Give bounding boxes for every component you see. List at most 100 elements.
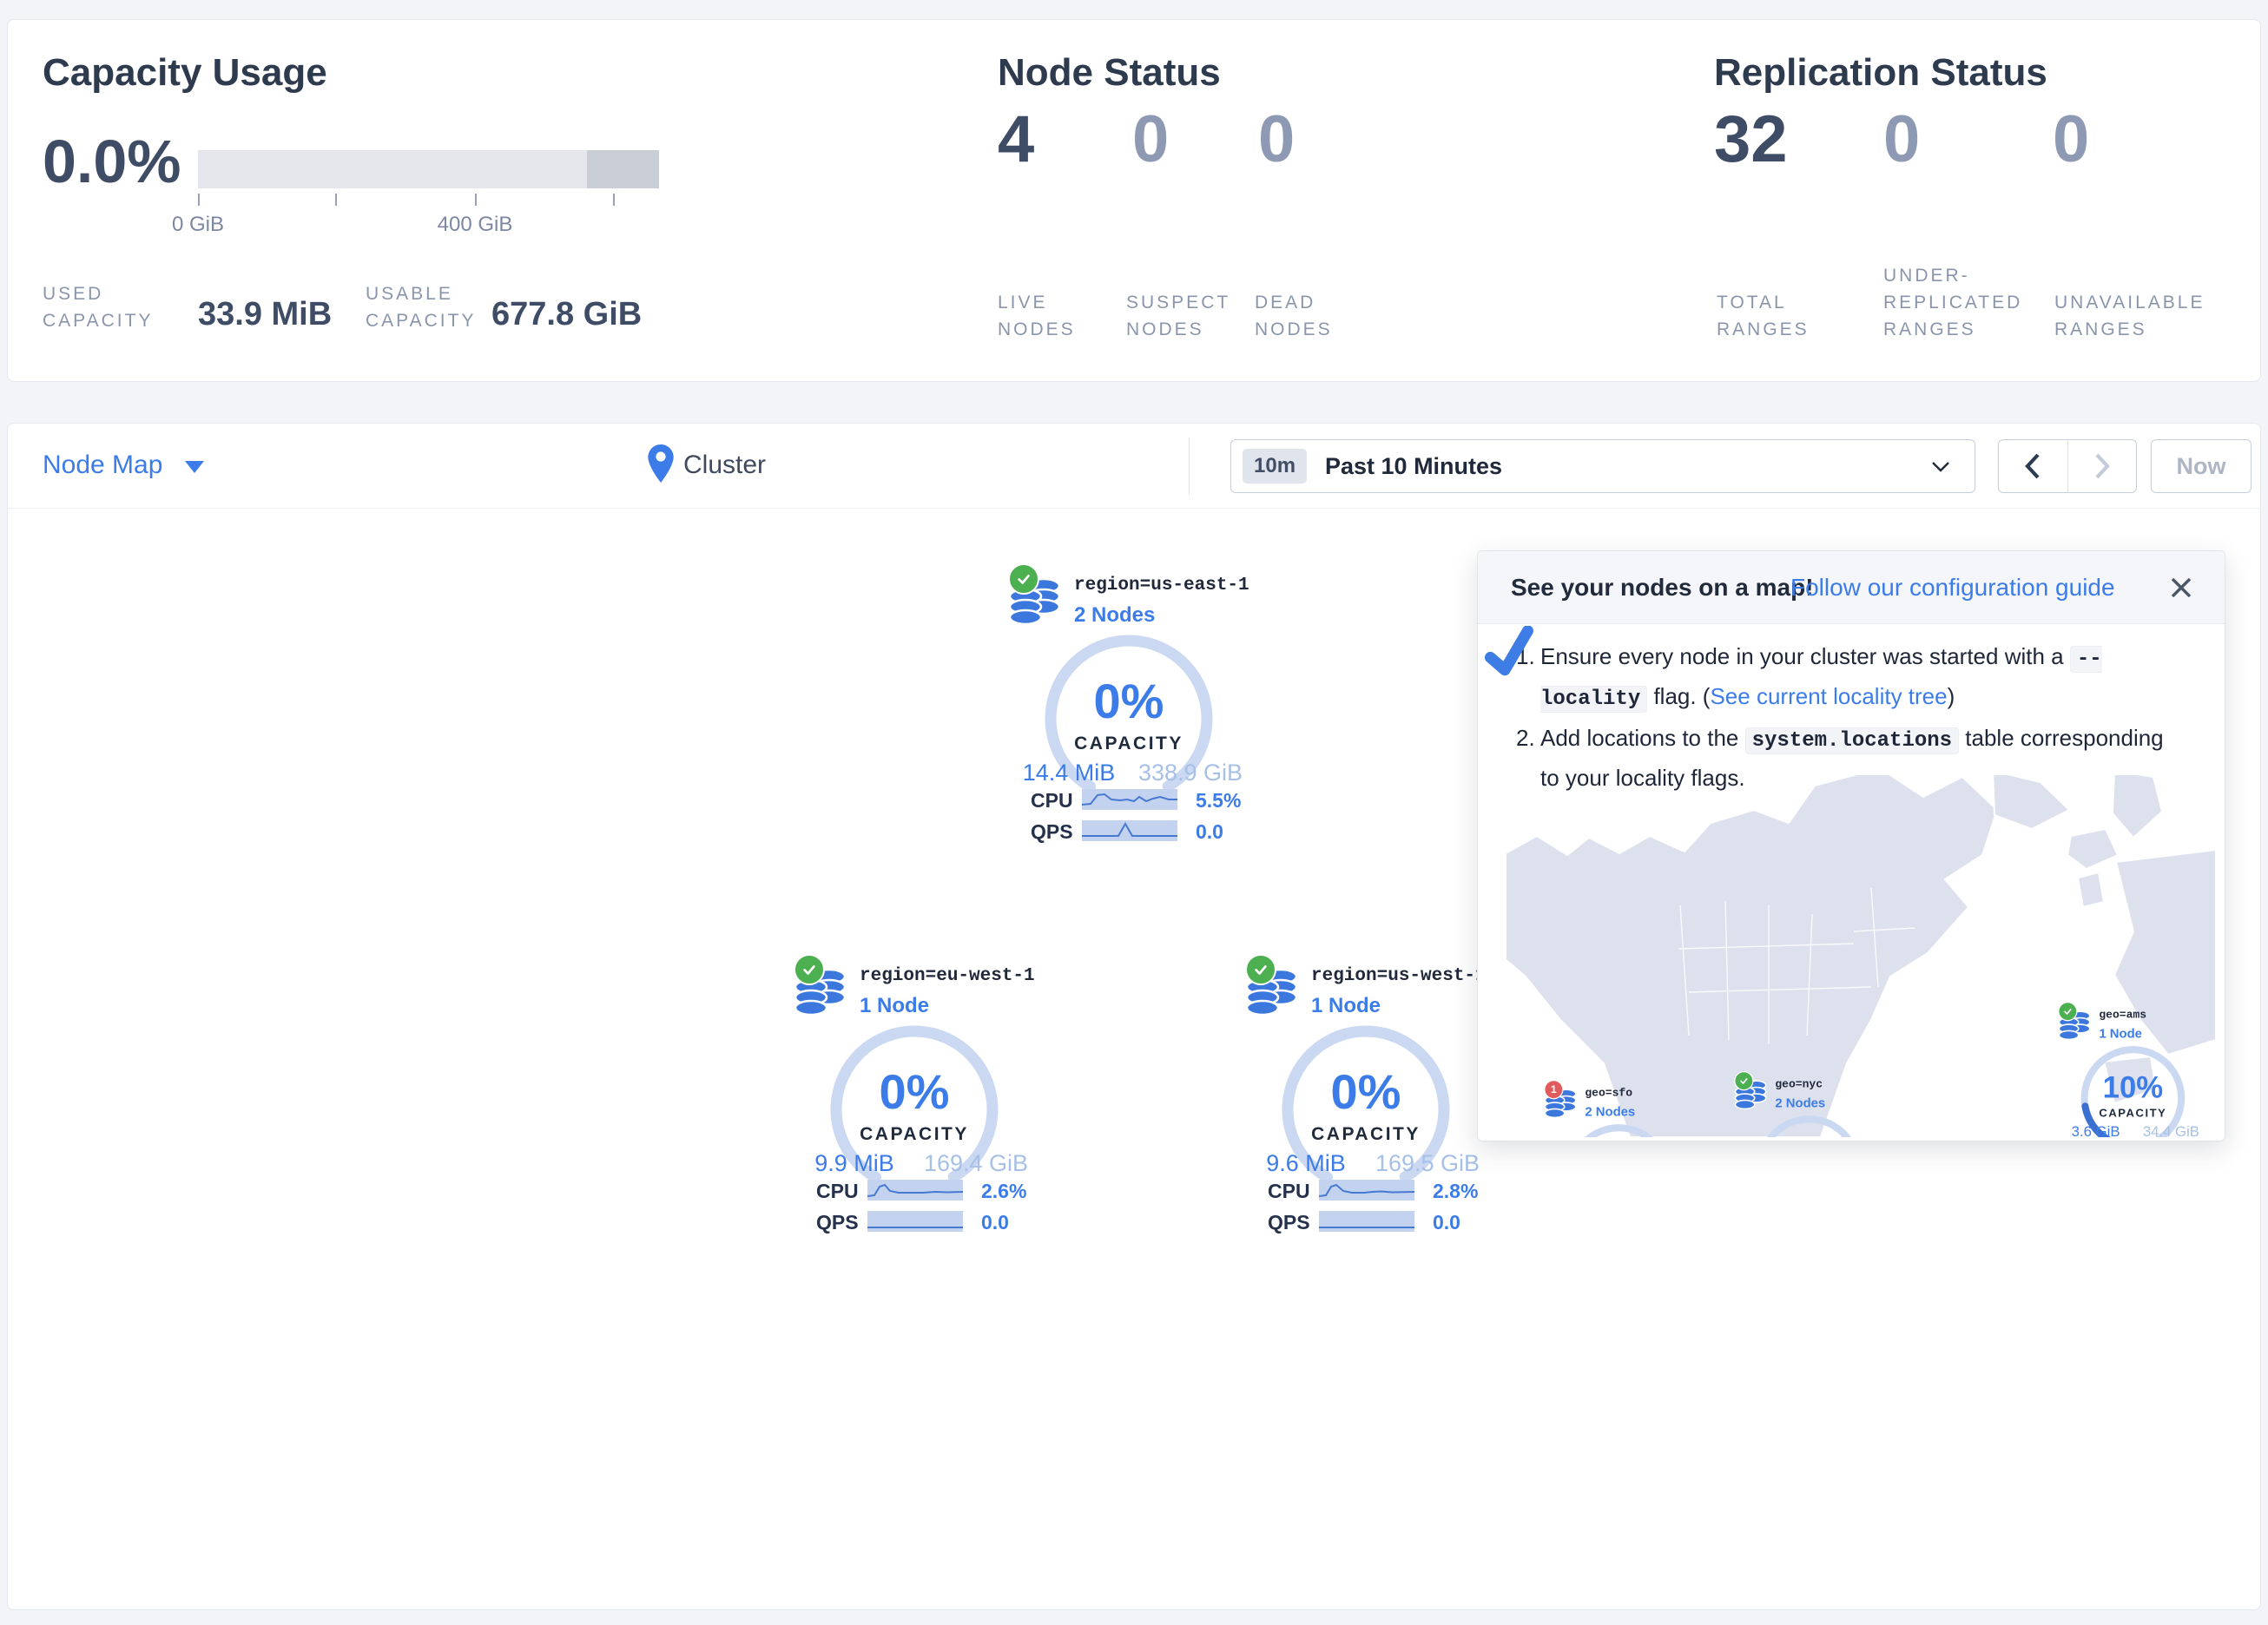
healthy-check-icon <box>794 954 825 985</box>
location-pin-icon <box>648 444 674 483</box>
view-selector-dropdown[interactable]: Node Map <box>43 451 204 480</box>
cpu-value: 5.5% <box>1196 789 1241 812</box>
configuration-guide-link[interactable]: Follow our configuration guide <box>1790 574 2115 602</box>
now-button[interactable]: Now <box>2151 439 2252 493</box>
qps-label: QPS <box>816 1211 859 1234</box>
capacity-percent: 0% <box>785 1063 1044 1120</box>
qps-label: QPS <box>1031 820 1073 844</box>
capacity-axis-tick <box>475 194 477 206</box>
cpu-sparkline <box>867 1180 963 1201</box>
node-count-label: 1 Node <box>2099 1027 2142 1042</box>
time-step-arrows <box>1998 439 2137 493</box>
capacity-axis-tick <box>198 194 200 206</box>
locality-tree-link[interactable]: See current locality tree <box>1710 683 1947 709</box>
cluster-summary-panel: Capacity Usage 0.0% 0 GiB 400 GiB USED C… <box>7 19 2261 382</box>
time-range-badge: 10m <box>1243 449 1307 484</box>
time-range-dropdown[interactable]: 10m Past 10 Minutes <box>1230 439 1975 493</box>
capacity-gauge <box>1565 1122 1672 1137</box>
region-node-count-link[interactable]: 1 Node <box>1311 994 1381 1018</box>
qps-metric-row: QPS 0.0 <box>785 1211 1045 1234</box>
chevron-right-icon <box>2093 452 2111 480</box>
chevron-left-icon <box>2024 452 2041 480</box>
capacity-axis-tick <box>335 194 337 206</box>
mini-region-card-geo-sfo: 1 geo=sfo 2 Nodes <box>1539 1080 1700 1137</box>
cpu-sparkline <box>1319 1180 1414 1201</box>
capacity-usage-percent: 0.0% <box>43 131 181 192</box>
mini-region-card-geo-nyc: geo=nyc 2 Nodes 6% CAPACITY 3.7 GiB 65.7… <box>1729 1071 1890 1137</box>
capacity-usage-bar <box>198 150 659 188</box>
capacity-percent: 10% <box>2053 1069 2213 1104</box>
healthy-check-icon <box>1008 563 1039 595</box>
cpu-metric-row: CPU 2.6% <box>785 1180 1045 1202</box>
capacity-total-value: 169.5 GiB <box>1358 1150 1497 1177</box>
used-capacity-value: 33.9 MiB <box>198 296 332 333</box>
capacity-used-value: 9.9 MiB <box>785 1150 924 1177</box>
capacity-axis-label-0: 0 GiB <box>146 213 250 237</box>
locality-label: geo=nyc <box>1775 1079 1823 1091</box>
popup-instructions: 1. Ensure every node in your cluster was… <box>1516 638 2185 798</box>
total-ranges-count: 32 <box>1714 107 1788 173</box>
region-node-count-link[interactable]: 1 Node <box>860 994 929 1018</box>
healthy-check-icon <box>1734 1071 1753 1090</box>
cpu-metric-row: CPU 2.8% <box>1236 1180 1497 1202</box>
capacity-used-value: 14.4 MiB <box>999 760 1138 786</box>
capacity-axis-label-400: 400 GiB <box>423 213 527 237</box>
capacity-usage-bar-segment <box>587 150 659 188</box>
toolbar-divider <box>1189 438 1190 495</box>
locality-label: geo=ams <box>2099 1010 2146 1022</box>
cluster-overview-page: Capacity Usage 0.0% 0 GiB 400 GiB USED C… <box>0 0 2268 1625</box>
locality-label: geo=sfo <box>1585 1088 1632 1100</box>
qps-value: 0.0 <box>981 1211 1009 1234</box>
unavailable-ranges-count: 0 <box>2053 107 2089 173</box>
capacity-total-value: 338.9 GiB <box>1121 760 1260 786</box>
node-status-title: Node Status <box>998 51 1221 95</box>
live-nodes-label: LIVE NODES <box>998 289 1102 343</box>
popup-header: See your nodes on a map! Follow our conf… <box>1478 551 2225 624</box>
qps-value: 0.0 <box>1433 1211 1460 1234</box>
dead-nodes-label: DEAD NODES <box>1255 289 1359 343</box>
breadcrumb-cluster[interactable]: Cluster <box>683 451 766 480</box>
qps-sparkline <box>867 1211 963 1232</box>
region-card-us-east-1[interactable]: region=us-east-1 2 Nodes 0% CAPACITY 14.… <box>999 563 1260 859</box>
instruction-step-1: 1. Ensure every node in your cluster was… <box>1516 638 2185 718</box>
time-step-forward-button[interactable] <box>2068 440 2137 492</box>
used-capacity-label: USED CAPACITY <box>43 280 181 334</box>
live-nodes-count: 4 <box>998 107 1034 173</box>
step-text: Ensure every node in your cluster was st… <box>1540 638 2185 718</box>
capacity-used-value: 3.6 GiB <box>2053 1123 2139 1137</box>
region-card-eu-west-1[interactable]: region=eu-west-1 1 Node 0% CAPACITY 9.9 … <box>785 954 1045 1249</box>
cpu-value: 2.6% <box>981 1180 1026 1203</box>
cpu-label: CPU <box>1268 1180 1310 1203</box>
cpu-sparkline <box>1082 789 1177 810</box>
caret-down-icon <box>185 461 204 473</box>
capacity-percent: 0% <box>999 673 1258 729</box>
node-map-setup-popup: See your nodes on a map! Follow our conf… <box>1477 550 2225 1141</box>
region-card-us-west-1[interactable]: region=us-west-1 1 Node 0% CAPACITY 9.6 … <box>1236 954 1497 1249</box>
capacity-gauge-label: CAPACITY <box>785 1124 1044 1145</box>
node-map-toolbar: Node Map Cluster 10m Past 10 Minutes <box>8 424 2260 509</box>
region-node-count-link[interactable]: 2 Nodes <box>1074 603 1155 628</box>
capacity-usage-title: Capacity Usage <box>43 51 327 95</box>
qps-sparkline <box>1082 820 1177 841</box>
cpu-label: CPU <box>1031 789 1073 812</box>
qps-metric-row: QPS 0.0 <box>1236 1211 1497 1234</box>
big-check-icon <box>1483 626 1537 680</box>
unavailable-ranges-label: UNAVAILABLE RANGES <box>2054 289 2219 343</box>
node-count-label: 2 Nodes <box>1585 1105 1635 1120</box>
usable-capacity-value: 677.8 GiB <box>491 296 642 333</box>
capacity-gauge-label: CAPACITY <box>1236 1124 1495 1145</box>
capacity-gauge <box>1755 1114 1863 1137</box>
capacity-used-value: 9.6 MiB <box>1236 1150 1375 1177</box>
usable-capacity-label: USABLE CAPACITY <box>366 280 504 334</box>
close-icon[interactable] <box>2167 574 2195 602</box>
healthy-check-icon <box>1245 954 1276 985</box>
qps-sparkline <box>1319 1211 1414 1232</box>
qps-metric-row: QPS 0.0 <box>999 820 1260 843</box>
time-step-back-button[interactable] <box>1999 440 2068 492</box>
total-ranges-label: TOTAL RANGES <box>1717 289 1825 343</box>
suspect-nodes-count: 0 <box>1132 107 1169 173</box>
node-map-panel: Node Map Cluster 10m Past 10 Minutes <box>7 423 2261 1610</box>
under-replicated-ranges-label: UNDER-REPLICATED RANGES <box>1883 262 2033 343</box>
healthy-check-icon <box>2058 1002 2077 1021</box>
replication-status-title: Replication Status <box>1714 51 2047 95</box>
